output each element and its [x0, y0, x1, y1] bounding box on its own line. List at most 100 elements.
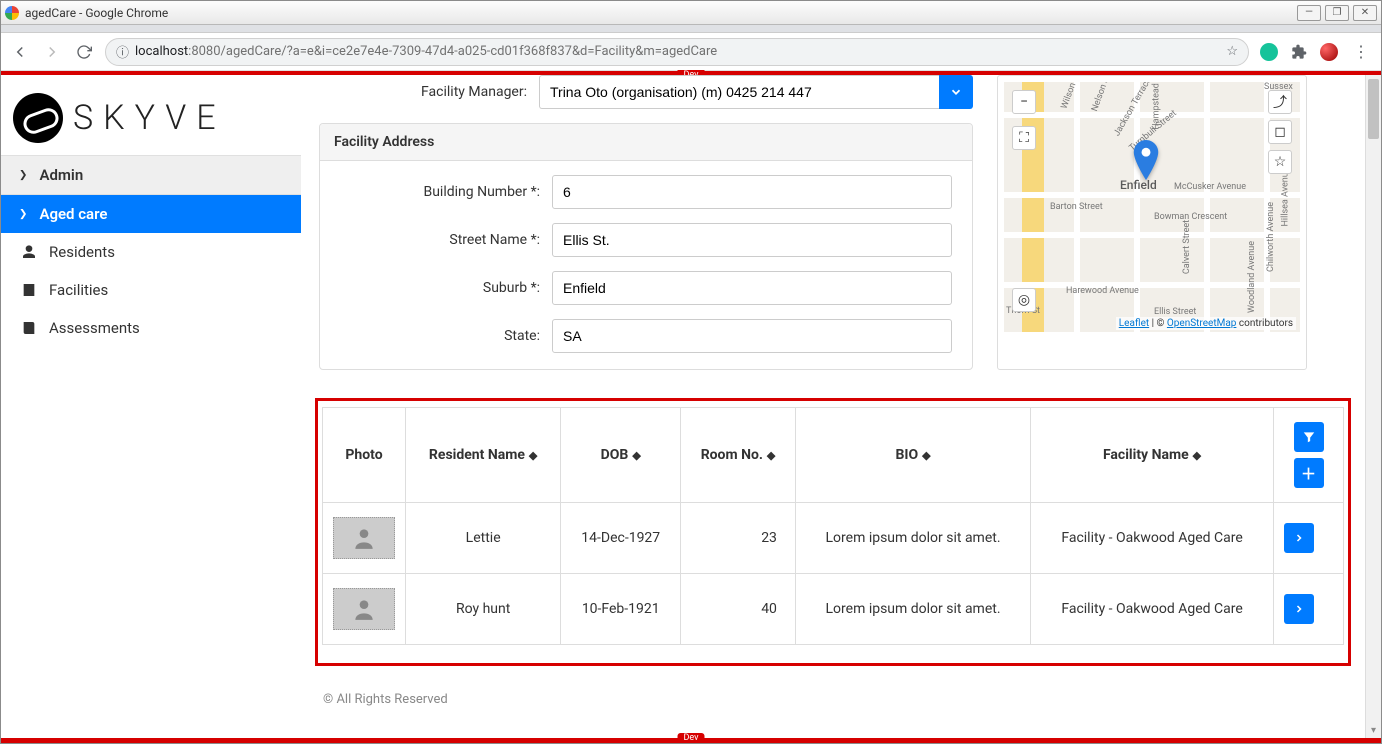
logo-mark: [13, 93, 63, 143]
osm-link[interactable]: OpenStreetMap: [1167, 318, 1237, 329]
dev-indicator-bottom: Dev: [1, 738, 1381, 743]
building-number-input[interactable]: [552, 175, 952, 209]
suburb-label: Suburb *:: [332, 280, 552, 296]
facility-manager-dropdown-button[interactable]: [939, 75, 973, 109]
cell-name: Lettie: [406, 503, 561, 574]
map-draw-button[interactable]: ◻: [1268, 120, 1292, 144]
site-info-icon[interactable]: ⓘ: [116, 42, 129, 61]
map[interactable]: Wilson St Nelson St Jackson Terrace Turn…: [1004, 82, 1300, 332]
map-center-button[interactable]: ◎: [1012, 288, 1036, 312]
fieldset-legend: Facility Address: [320, 124, 972, 161]
residents-table-highlight: Photo Resident Name◆ DOB◆ Room No.◆ BIO◆…: [315, 398, 1351, 666]
col-actions: ＋: [1274, 408, 1344, 503]
bookmark-star-icon[interactable]: ☆: [1226, 44, 1238, 59]
leaflet-link[interactable]: Leaflet: [1119, 318, 1149, 329]
nav-item-assessments[interactable]: Assessments: [1, 309, 301, 347]
window-minimize-button[interactable]: —: [1297, 5, 1321, 21]
cell-room: 40: [681, 574, 796, 645]
col-facility[interactable]: Facility Name◆: [1031, 408, 1274, 503]
sort-icon: ◆: [1193, 449, 1201, 462]
chrome-favicon: [5, 6, 19, 20]
logo-text: SKYVE: [73, 98, 226, 138]
table-row[interactable]: Lettie 14-Dec-1927 23 Lorem ipsum dolor …: [323, 503, 1344, 574]
filter-button[interactable]: [1294, 422, 1324, 452]
col-bio[interactable]: BIO◆: [795, 408, 1030, 503]
chevron-right-icon: ❯: [19, 167, 27, 183]
map-pin-icon: [1132, 140, 1160, 184]
profile-avatar-icon[interactable]: [1319, 42, 1339, 62]
chrome-menu-button[interactable]: ⋮: [1349, 42, 1373, 61]
window-close-button[interactable]: ✕: [1353, 5, 1377, 21]
nav-item-facilities[interactable]: Facilities: [1, 271, 301, 309]
sort-icon: ◆: [922, 449, 930, 462]
sort-icon: ◆: [767, 449, 775, 462]
cell-name: Roy hunt: [406, 574, 561, 645]
col-dob[interactable]: DOB◆: [561, 408, 681, 503]
sidebar: SKYVE ❯ Admin ❯ Aged care Residents Faci…: [1, 75, 301, 738]
main-content: Facility Manager: Facility Address: [301, 75, 1365, 738]
building-icon: [21, 282, 37, 298]
map-zoom-out-button[interactable]: −: [1012, 90, 1036, 114]
nav-group-admin[interactable]: ❯ Admin: [1, 155, 301, 195]
nav-label: Residents: [49, 243, 115, 261]
street-name-label: Street Name *:: [332, 232, 552, 248]
window-title: agedCare - Google Chrome: [25, 6, 168, 20]
window-maximize-button[interactable]: ❐: [1325, 5, 1349, 21]
chevron-down-icon: ❯: [19, 206, 27, 222]
suburb-input[interactable]: [552, 271, 952, 305]
forward-button[interactable]: [41, 41, 63, 63]
cell-bio: Lorem ipsum dolor sit amet.: [795, 503, 1030, 574]
back-button[interactable]: [9, 41, 31, 63]
map-fullscreen-button[interactable]: ⛶: [1012, 126, 1036, 150]
row-open-button[interactable]: [1284, 594, 1314, 624]
map-attribution: Leaflet | © OpenStreetMap contributors: [1116, 317, 1296, 330]
facility-manager-input[interactable]: [539, 75, 939, 109]
nav-label: Assessments: [49, 319, 140, 337]
nav-label: Aged care: [39, 205, 107, 223]
vertical-scrollbar[interactable]: ▾: [1365, 75, 1381, 738]
resident-photo: [333, 588, 395, 630]
scroll-down-icon[interactable]: ▾: [1366, 722, 1381, 738]
street-name-input[interactable]: [552, 223, 952, 257]
sort-icon: ◆: [632, 449, 640, 462]
nav-label: Admin: [39, 166, 83, 184]
add-button[interactable]: ＋: [1294, 458, 1324, 488]
extensions-icon[interactable]: [1289, 42, 1309, 62]
facility-address-fieldset: Facility Address Building Number *: Stre…: [319, 123, 973, 370]
person-icon: [21, 244, 37, 260]
grammarly-extension-icon[interactable]: [1259, 42, 1279, 62]
cell-bio: Lorem ipsum dolor sit amet.: [795, 574, 1030, 645]
nav-item-residents[interactable]: Residents: [1, 233, 301, 271]
window-titlebar: agedCare - Google Chrome — ❐ ✕: [1, 1, 1381, 25]
resident-photo: [333, 517, 395, 559]
col-resident-name[interactable]: Resident Name◆: [406, 408, 561, 503]
col-photo[interactable]: Photo: [323, 408, 406, 503]
map-star-button[interactable]: ☆: [1268, 150, 1292, 174]
nav-group-agedcare[interactable]: ❯ Aged care: [1, 195, 301, 233]
logo: SKYVE: [1, 75, 301, 155]
cell-dob: 10-Feb-1921: [561, 574, 681, 645]
footer-copyright: © All Rights Reserved: [301, 674, 1365, 725]
col-room[interactable]: Room No.◆: [681, 408, 796, 503]
residents-table: Photo Resident Name◆ DOB◆ Room No.◆ BIO◆…: [322, 407, 1344, 645]
browser-toolbar: ⓘ localhost:8080/agedCare/?a=e&i=ce2e7e4…: [1, 33, 1381, 71]
address-bar[interactable]: ⓘ localhost:8080/agedCare/?a=e&i=ce2e7e4…: [105, 38, 1249, 66]
table-row[interactable]: Roy hunt 10-Feb-1921 40 Lorem ipsum dolo…: [323, 574, 1344, 645]
state-input[interactable]: [552, 319, 952, 353]
reload-button[interactable]: [73, 41, 95, 63]
cell-dob: 14-Dec-1927: [561, 503, 681, 574]
facility-manager-label: Facility Manager:: [319, 84, 539, 100]
building-number-label: Building Number *:: [332, 184, 552, 200]
cell-room: 23: [681, 503, 796, 574]
scrollbar-thumb[interactable]: [1368, 79, 1379, 139]
url-text: localhost:8080/agedCare/?a=e&i=ce2e7e4e-…: [135, 44, 717, 59]
cell-facility: Facility - Oakwood Aged Care: [1031, 574, 1274, 645]
cell-facility: Facility - Oakwood Aged Care: [1031, 503, 1274, 574]
map-panel: Wilson St Nelson St Jackson Terrace Turn…: [997, 75, 1307, 370]
row-open-button[interactable]: [1284, 523, 1314, 553]
map-share-button[interactable]: ⤴: [1268, 90, 1292, 114]
browser-tabstrip[interactable]: [1, 25, 1381, 33]
book-icon: [21, 320, 37, 336]
nav-label: Facilities: [49, 281, 108, 299]
sort-icon: ◆: [529, 449, 537, 462]
